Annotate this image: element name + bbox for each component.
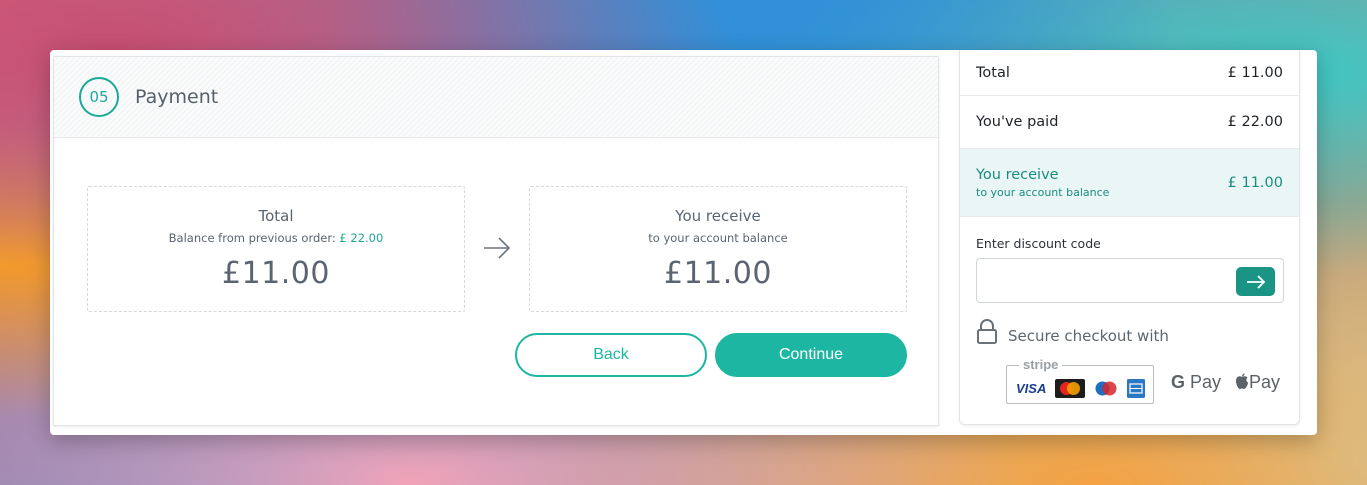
receive-box: You receive to your account balance £11.… <box>529 186 907 312</box>
arrow-right-icon <box>484 237 511 259</box>
stripe-badge: stripe VISA <box>1006 357 1154 404</box>
total-box-label: Total <box>258 207 294 225</box>
summary-paid-label: You've paid <box>976 114 1059 130</box>
maestro-icon <box>1091 379 1121 398</box>
google-pay-label: Pay <box>1190 372 1222 392</box>
summary-total-value: £ 11.00 <box>1227 64 1283 81</box>
receive-box-label: You receive <box>675 207 761 225</box>
balance-amount: £ 22.00 <box>339 231 384 245</box>
total-box-amount: £11.00 <box>222 256 330 291</box>
discount-label: Enter discount code <box>976 236 1101 251</box>
summary-paid-value: £ 22.00 <box>1227 114 1283 130</box>
step-header: 05 Payment <box>54 57 938 138</box>
visa-logo: VISA <box>1016 381 1047 396</box>
secure-checkout-text: Secure checkout with <box>1008 327 1169 345</box>
checkout-panel: 05 Payment Total Balance from previous o… <box>50 50 1317 435</box>
summary-receive-row: You receive to your account balance £ 11… <box>960 149 1299 217</box>
discount-code-input[interactable] <box>976 258 1284 303</box>
summary-receive-sub: to your account balance <box>976 185 1110 199</box>
apple-icon <box>1236 373 1248 389</box>
balance-label: Balance from previous order: <box>168 231 340 245</box>
step-title: Payment <box>135 86 219 108</box>
stripe-label: stripe <box>1019 357 1063 372</box>
receive-box-amount: £11.00 <box>664 256 772 291</box>
receive-box-sub: to your account balance <box>648 231 788 245</box>
summary-receive-label: You receive <box>976 166 1059 183</box>
google-icon: G <box>1171 372 1186 392</box>
summary-total-label: Total <box>976 64 1010 81</box>
summary-total-row: Total £ 11.00 <box>960 50 1299 96</box>
step-number-badge: 05 <box>79 77 119 117</box>
back-button[interactable]: Back <box>515 333 707 377</box>
mastercard-icon <box>1055 379 1085 398</box>
summary-paid-row: You've paid £ 22.00 <box>960 96 1299 149</box>
total-box: Total Balance from previous order: £ 22.… <box>87 186 465 312</box>
arrow-right-icon <box>1246 274 1265 289</box>
apply-discount-button[interactable] <box>1236 267 1275 296</box>
apple-pay-logo: Pay <box>1235 372 1280 393</box>
apple-pay-label: Pay <box>1249 372 1281 392</box>
order-summary-sidebar: Total £ 11.00 You've paid £ 22.00 You re… <box>959 50 1300 425</box>
summary-receive-value: £ 11.00 <box>1227 174 1283 191</box>
total-box-sub: Balance from previous order: £ 22.00 <box>88 231 464 245</box>
google-pay-logo: G Pay <box>1171 372 1221 393</box>
amex-icon <box>1127 379 1145 398</box>
lock-icon <box>977 319 997 344</box>
continue-button[interactable]: Continue <box>715 333 907 377</box>
payment-step-card: 05 Payment Total Balance from previous o… <box>53 56 939 426</box>
